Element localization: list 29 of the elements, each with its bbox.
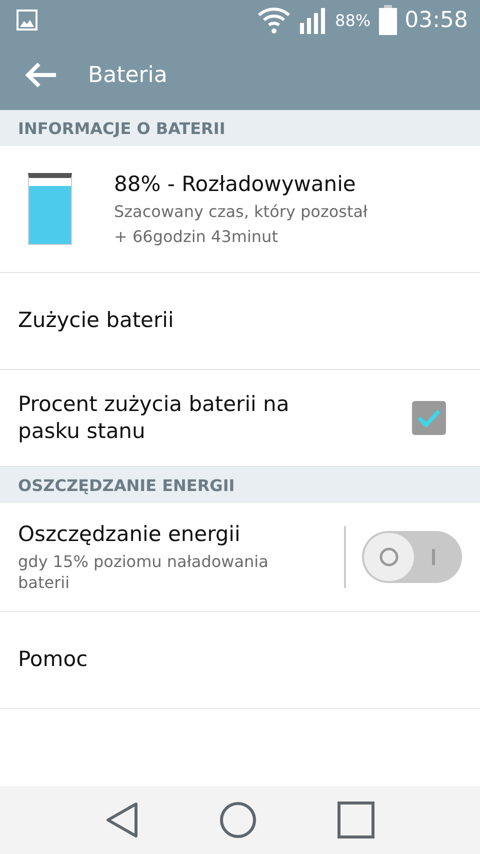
toggle-switch[interactable] — [362, 531, 462, 583]
item-subtitle: + 66godzin 43minut — [114, 226, 279, 248]
item-title: 88% - Rozładowywanie — [114, 170, 357, 198]
recent-apps-icon[interactable] — [337, 801, 375, 839]
screen-title: Bateria — [88, 62, 168, 88]
bar-icon — [432, 549, 435, 565]
item-title: Oszczędzanie energii — [18, 520, 242, 548]
checkmark-icon — [416, 408, 442, 428]
battery-icon — [28, 173, 72, 245]
settings-item[interactable]: Zużycie baterii — [0, 273, 480, 370]
settings-item[interactable]: Pomoc — [0, 612, 480, 709]
ring-icon — [379, 547, 399, 567]
section-header: OSZCZĘDZANIE ENERGII — [0, 467, 480, 503]
wifi-icon — [257, 6, 292, 34]
section-header: INFORMACJE O BATERII — [0, 110, 480, 146]
battery-percent: 88% — [335, 10, 371, 30]
item-title: Pomoc — [18, 646, 89, 674]
home-icon[interactable] — [219, 801, 257, 839]
image-icon — [16, 9, 38, 31]
item-subtitle: Szacowany czas, który pozostał — [114, 202, 369, 223]
checkbox[interactable] — [412, 401, 446, 435]
back-icon[interactable] — [105, 801, 139, 839]
item-title: Zużycie baterii — [18, 307, 175, 334]
item-title: Procent zużycia baterii na pasku stanu — [18, 390, 290, 445]
battery-icon — [378, 5, 397, 35]
item-subtitle: gdy 15% poziomu naładowania baterii — [18, 552, 270, 594]
settings-item[interactable]: Oszczędzanie energii gdy 15% poziomu naładowania baterii — [0, 503, 480, 612]
clock: 03:58 — [404, 8, 468, 32]
signal-icon — [299, 6, 328, 34]
